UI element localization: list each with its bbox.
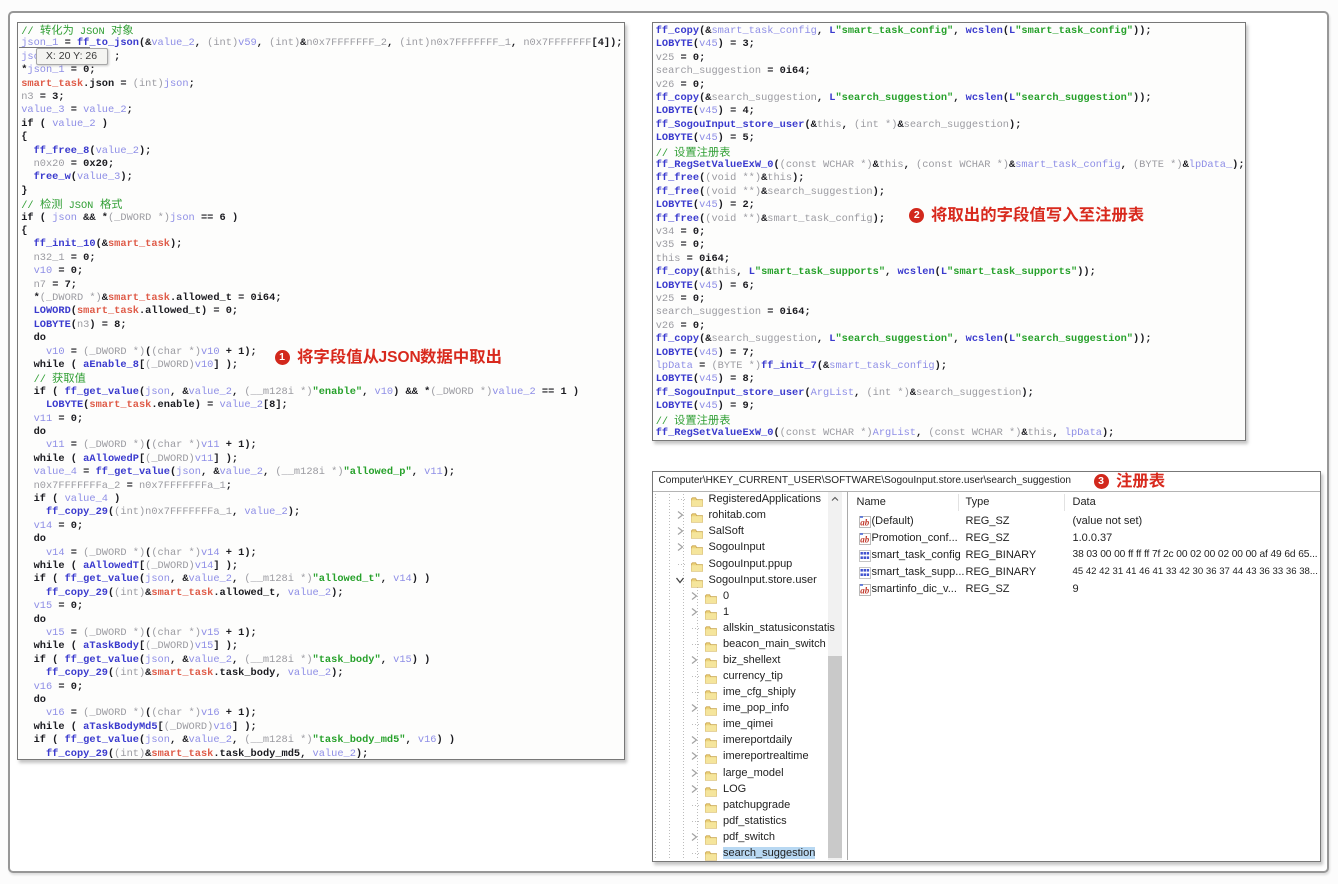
svg-text:ab: ab — [860, 517, 870, 527]
svg-text:ab: ab — [860, 534, 870, 544]
svg-text:ab: ab — [860, 585, 870, 595]
